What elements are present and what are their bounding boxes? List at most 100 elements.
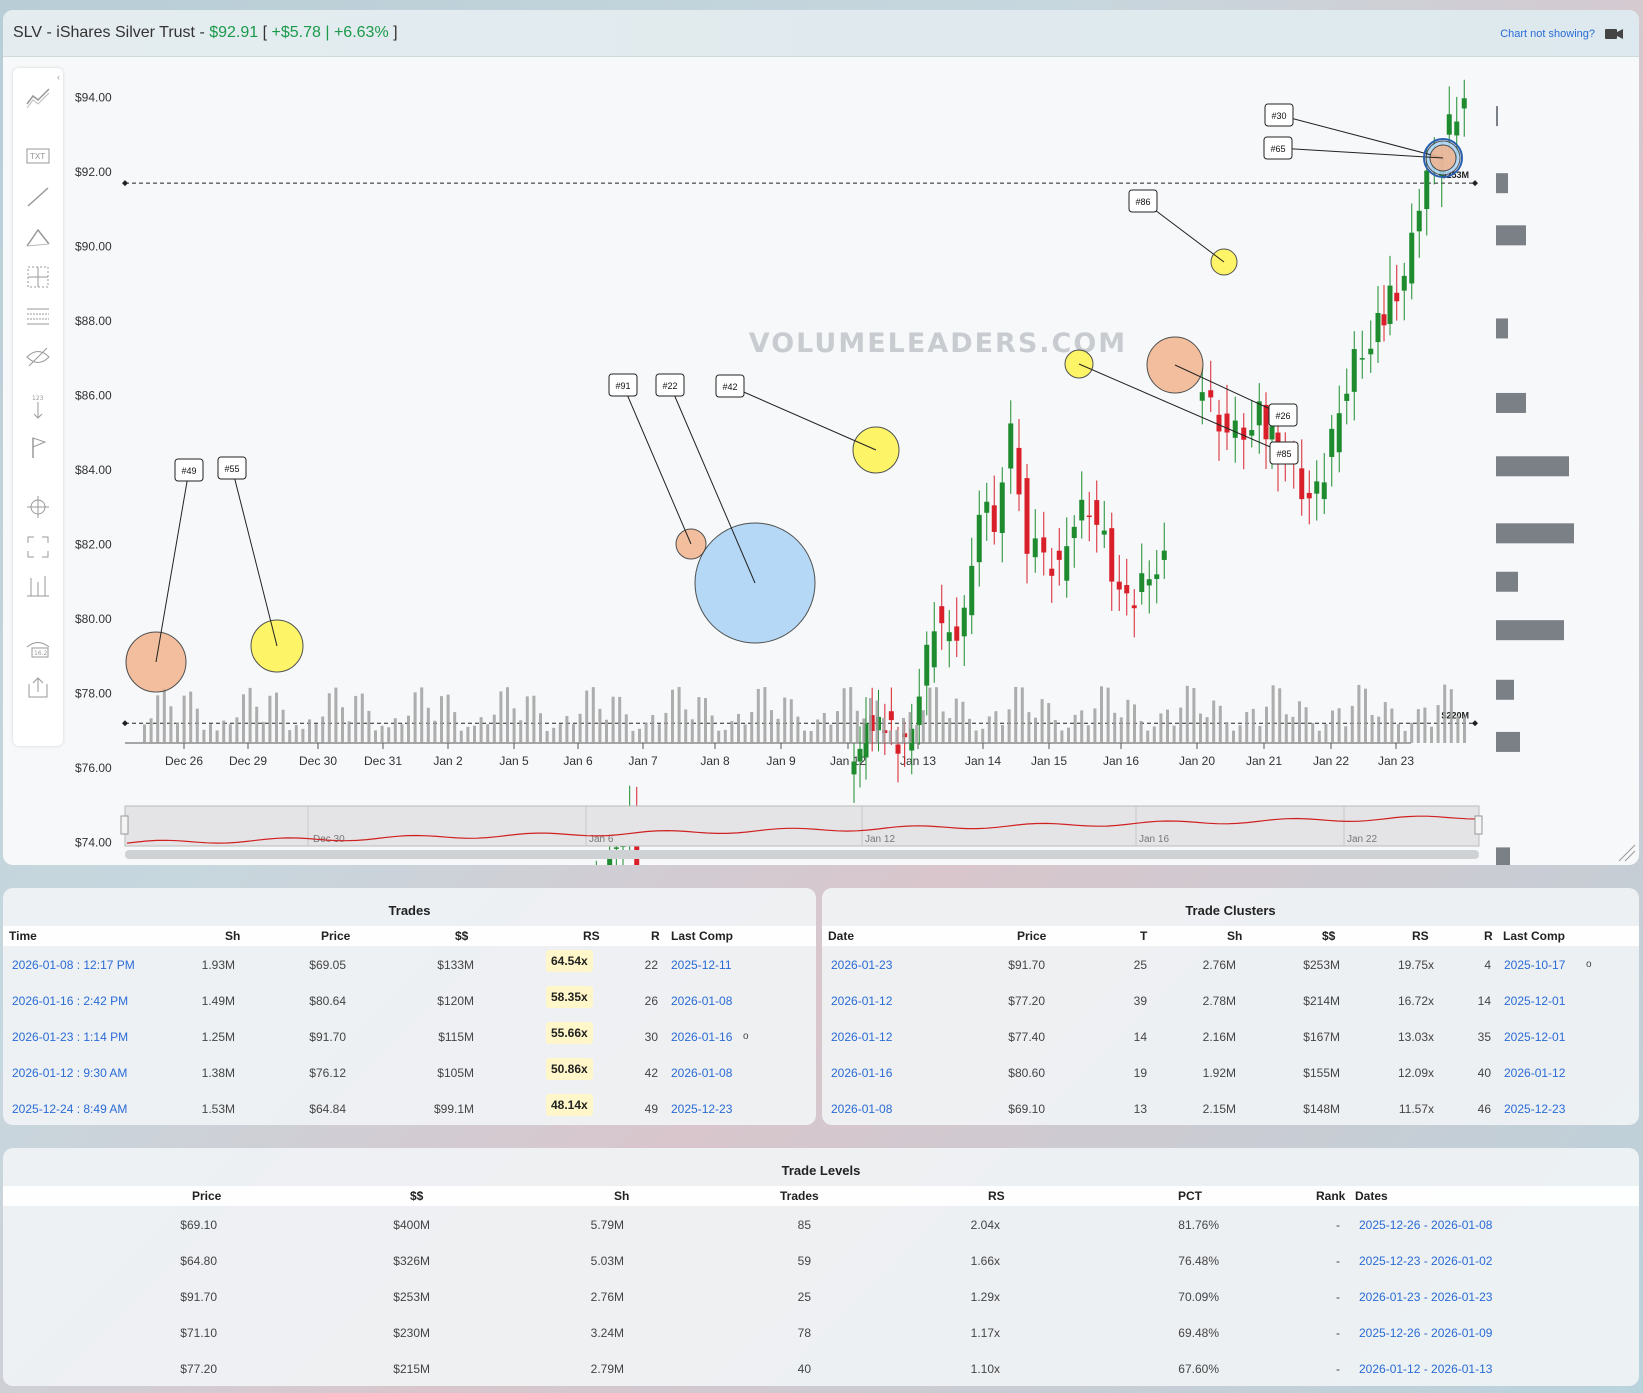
volume-bar [987,716,991,743]
clusters-cell-last[interactable]: 2025-12-01 [1504,994,1565,1008]
clusters-cell-date[interactable]: 2026-01-23 [831,958,892,972]
volume-profile-bar [1496,620,1564,641]
rs-value: 50.86x [546,1058,593,1080]
trade-tag-label: #91 [615,381,630,391]
candle-body [1139,573,1145,593]
clusters-cell-last[interactable]: 2025-10-17 [1504,958,1565,972]
candle-body [1351,349,1357,392]
volume-bar [473,725,476,743]
levels-cell-dollars: $326M [393,1254,430,1268]
clusters-cell-date[interactable]: 2026-01-08 [831,1102,892,1116]
column-header[interactable]: $$ [455,929,468,943]
volume-bar [954,698,958,743]
trade-levels-panel: Trade Levels Price $$ Sh Trades RS PCT Rank Dat… [3,1148,1639,1386]
column-header[interactable]: Rank [1316,1189,1345,1203]
x-axis-tick: Jan 20 [1179,754,1215,768]
clusters-cell-date[interactable]: 2026-01-12 [831,994,892,1008]
price-chart[interactable]: $94.00 $92.00 $90.00 $88.00 $86.00 $84.00 $82.… [3,10,1639,865]
levels-cell-sh: 5.79M [590,1218,624,1232]
trades-cell-time[interactable]: 2026-01-12 : 9:30 AM [12,1066,127,1080]
volume-bar [783,697,787,743]
levels-cell-rank: - [1336,1218,1340,1232]
candle-body [991,505,997,532]
column-header[interactable]: Sh [614,1189,629,1203]
clusters-cell-rs: 16.72x [1397,994,1434,1008]
volume-bar [1179,707,1183,743]
clusters-cell-last[interactable]: 2026-01-12 [1504,1066,1565,1080]
column-header[interactable]: RS [988,1189,1005,1203]
volume-bar [1430,726,1433,743]
levels-cell-dates[interactable]: 2025-12-26 - 2026-01-09 [1359,1326,1492,1340]
volume-bar [1053,719,1057,743]
trades-cell-time[interactable]: 2025-12-24 : 8:49 AM [12,1102,127,1116]
trades-cell-time[interactable]: 2026-01-08 : 12:17 PM [12,958,135,972]
trades-cell-sh: 1.25M [201,1030,235,1044]
volume-bar [539,713,542,743]
column-header[interactable]: Trades [780,1189,819,1203]
column-header[interactable]: $$ [410,1189,423,1203]
column-header[interactable]: Sh [1227,929,1242,943]
volume-bar [1251,708,1255,743]
trades-cell-last[interactable]: 2026-01-08 [671,994,732,1008]
levels-cell-dollars: $230M [393,1326,430,1340]
column-header[interactable]: Time [9,929,37,943]
levels-cell-dates[interactable]: 2026-01-12 - 2026-01-13 [1359,1362,1492,1376]
candle-body [999,482,1005,534]
clusters-cell-last[interactable]: 2025-12-23 [1504,1102,1565,1116]
column-header[interactable]: Price [192,1189,221,1203]
navigator-tick: Jan 22 [1347,834,1377,845]
column-header[interactable]: Last Comp [671,929,733,943]
trades-cell-last[interactable]: 2026-01-08 [671,1066,732,1080]
volume-bar [849,687,853,743]
levels-cell-dates[interactable]: 2025-12-26 - 2026-01-08 [1359,1218,1492,1232]
column-header[interactable]: Last Comp [1503,929,1565,943]
volume-bar [156,695,160,743]
clusters-cell-date[interactable]: 2026-01-12 [831,1030,892,1044]
column-header[interactable]: R [651,929,660,943]
volume-bar [789,699,793,743]
volume-bar [367,710,371,743]
volume-bar [677,687,681,743]
column-header[interactable]: R [1484,929,1493,943]
x-axis-tick: Dec 29 [229,754,267,768]
column-header[interactable]: $$ [1322,929,1335,943]
candle-body [1232,420,1238,438]
candle-body [1416,210,1422,232]
volume-bar [657,724,661,743]
trades-cell-last[interactable]: 2026-01-16 [671,1030,732,1044]
navigator-right-handle[interactable] [1474,815,1483,835]
volume-bar [1410,722,1414,743]
navigator-scrollbar[interactable] [125,850,1479,859]
column-header[interactable]: Dates [1355,1189,1388,1203]
column-header[interactable]: Price [1017,929,1046,943]
column-header[interactable]: T [1140,929,1147,943]
volume-bar [723,729,727,743]
clusters-cell-date[interactable]: 2026-01-16 [831,1066,892,1080]
candle-body [1401,275,1407,291]
y-axis-tick: $88.00 [75,314,112,328]
levels-cell-dates[interactable]: 2026-01-23 - 2026-01-23 [1359,1290,1492,1304]
trades-cell-time[interactable]: 2026-01-16 : 2:42 PM [12,994,128,1008]
trades-cell-last[interactable]: 2025-12-23 [671,1102,732,1116]
clusters-cell-r: 35 [1477,1030,1491,1044]
levels-cell-dates[interactable]: 2025-12-23 - 2026-01-02 [1359,1254,1492,1268]
trades-cell-rs: 50.86x [546,1058,593,1080]
column-header[interactable]: Sh [225,929,240,943]
candle-body [1249,430,1255,436]
column-header[interactable]: PCT [1178,1189,1202,1203]
x-axis-tick: Jan 6 [563,754,593,768]
trades-cell-rs: 58.35x [546,986,593,1008]
levels-cell-rs: 1.17x [970,1326,1000,1340]
navigator-left-handle[interactable] [120,815,129,835]
trades-cell-time[interactable]: 2026-01-23 : 1:14 PM [12,1030,128,1044]
trades-cell-last[interactable]: 2025-12-11 [671,958,732,972]
column-header[interactable]: Date [828,929,854,943]
trades-cell-price: $76.12 [309,1066,346,1080]
volume-bar [816,719,820,743]
x-axis-tick: Dec 31 [364,754,402,768]
clusters-cell-last[interactable]: 2025-12-01 [1504,1030,1565,1044]
column-header[interactable]: RS [1412,929,1429,943]
levels-cell-rank: - [1336,1362,1340,1376]
column-header[interactable]: RS [583,929,600,943]
column-header[interactable]: Price [321,929,350,943]
